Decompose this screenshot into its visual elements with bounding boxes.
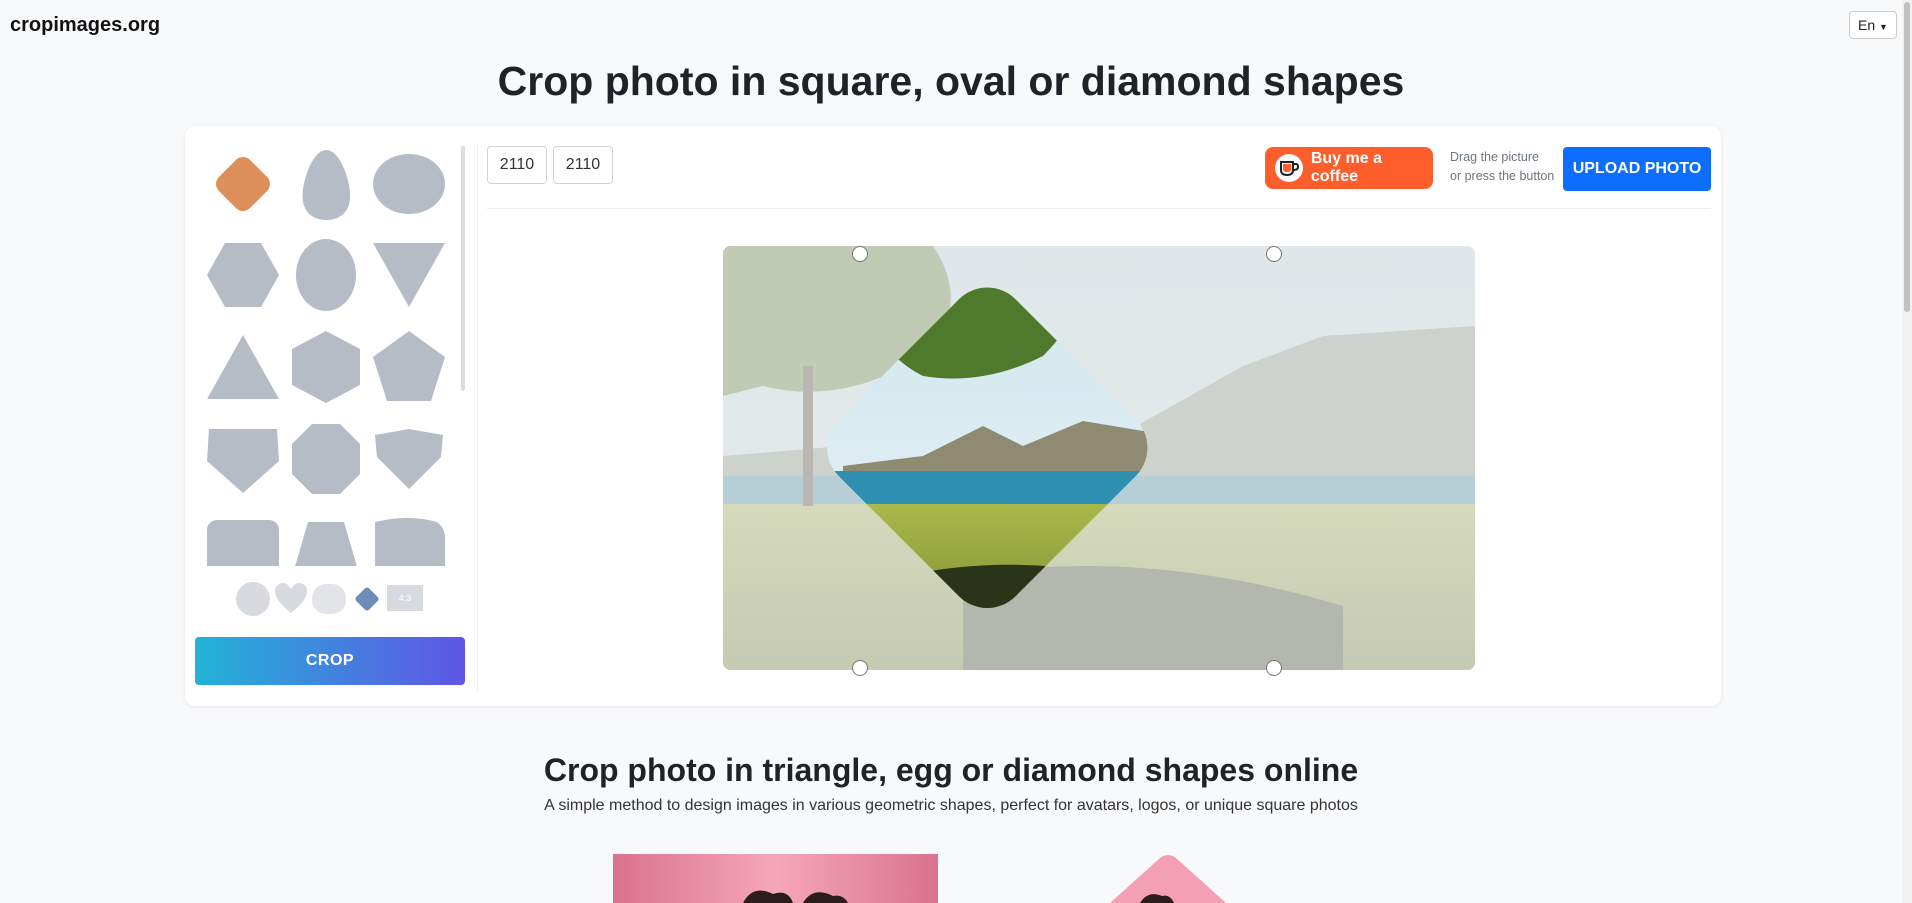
shape-rounded-diamond[interactable] (205, 146, 281, 222)
shape-octagon[interactable] (288, 421, 364, 497)
section-subtitle: A simple method to design images in vari… (544, 797, 1358, 814)
photo-preview[interactable] (723, 246, 1475, 670)
trapezoid-icon (295, 522, 357, 566)
coffee-label: Buy me a coffee (1310, 150, 1382, 185)
buy-me-a-coffee-button[interactable]: Buy me a coffee (1265, 147, 1433, 189)
hint-line-2: or press the button (1450, 169, 1555, 183)
rounded-rect-icon (207, 520, 279, 566)
pentagon-icon (373, 331, 445, 401)
height-input[interactable]: 2110 (553, 146, 613, 184)
shape-panel-scrollbar[interactable] (461, 146, 465, 391)
hexagon-icon (207, 243, 279, 307)
hexagon-vertical-icon (292, 331, 360, 403)
shape-oval[interactable] (371, 146, 447, 222)
language-dropdown[interactable]: En ▼ (1849, 11, 1897, 39)
shape-hexagon-rounded[interactable] (288, 329, 364, 405)
shape-wavy-rect[interactable] (371, 508, 447, 566)
inverted-triangle-icon (373, 243, 445, 307)
shape-triangle[interactable] (205, 329, 281, 405)
ellipse-icon (296, 239, 356, 311)
coffee-cup-icon (1275, 154, 1303, 182)
shape-panel (195, 146, 465, 566)
heart-option-icon[interactable] (273, 581, 309, 617)
shape-gem[interactable] (371, 421, 447, 497)
shape-egg[interactable] (288, 146, 364, 222)
section-title: Crop photo in triangle, egg or diamond s… (543, 752, 1359, 788)
egg-icon (302, 150, 351, 220)
editor-card: 4:3 CROP 2110 2110 Buy me a coffee Drag … (185, 126, 1721, 706)
crop-handle-top-right[interactable] (1266, 246, 1282, 262)
extra-options-row: 4:3 (235, 581, 435, 621)
shape-rounded-rect[interactable] (205, 508, 281, 566)
crop-handle-bottom-right[interactable] (1266, 660, 1282, 676)
circle-option-icon[interactable] (235, 581, 271, 617)
ratio-option[interactable]: 4:3 (387, 585, 423, 611)
shape-ellipse-vertical[interactable] (288, 237, 364, 313)
crop-stage[interactable] (723, 246, 1475, 676)
crop-button[interactable]: CROP (195, 637, 465, 685)
shape-pentagon-alt[interactable] (205, 421, 281, 497)
top-bar: cropimages.org En ▼ (0, 0, 1912, 52)
example-image-square (613, 854, 938, 903)
oval-icon (373, 154, 445, 214)
upload-photo-button[interactable]: UPLOAD PHOTO (1563, 147, 1711, 191)
language-label: En (1858, 17, 1876, 33)
wavy-rect-icon (375, 518, 445, 566)
shape-trapezoid[interactable] (288, 508, 364, 566)
gem-icon (375, 429, 443, 489)
pentagon-alt-icon (207, 429, 279, 493)
crop-handle-top-left[interactable] (852, 246, 868, 262)
blob-option-icon[interactable] (311, 581, 347, 617)
width-input[interactable]: 2110 (487, 146, 547, 184)
brand-logo[interactable]: cropimages.org (10, 14, 160, 37)
diamond-option-icon[interactable] (349, 581, 385, 617)
chevron-down-icon: ▼ (1879, 22, 1888, 32)
triangle-icon (207, 335, 279, 399)
upload-hint: Drag the picture or press the button (1450, 148, 1554, 186)
page-title: Crop photo in square, oval or diamond sh… (497, 58, 1405, 104)
octagon-icon (292, 424, 360, 494)
rounded-diamond-icon (216, 157, 270, 211)
hint-line-1: Drag the picture (1450, 150, 1539, 164)
shape-inverted-triangle[interactable] (371, 237, 447, 313)
shape-pentagon[interactable] (371, 329, 447, 405)
page-scrollbar-thumb[interactable] (1904, 2, 1910, 312)
toolbar-divider (487, 208, 1711, 209)
crop-handle-bottom-left[interactable] (852, 660, 868, 676)
shape-hexagon[interactable] (205, 237, 281, 313)
example-image-diamond (1070, 852, 1270, 903)
panel-divider (477, 144, 478, 692)
